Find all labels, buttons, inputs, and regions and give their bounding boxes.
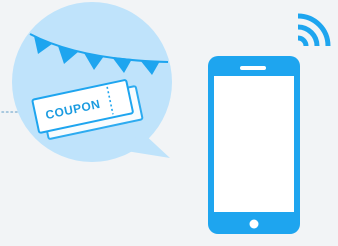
phone-home-button bbox=[249, 219, 259, 229]
coupon-to-phone-illustration: COUPON bbox=[0, 0, 338, 246]
phone-screen bbox=[214, 76, 294, 212]
phone-speaker bbox=[240, 66, 266, 70]
smartphone-icon bbox=[208, 56, 300, 234]
wireless-signal-icon bbox=[297, 13, 331, 47]
illustration-canvas: COUPON bbox=[1, 2, 331, 234]
speech-bubble bbox=[12, 2, 172, 162]
